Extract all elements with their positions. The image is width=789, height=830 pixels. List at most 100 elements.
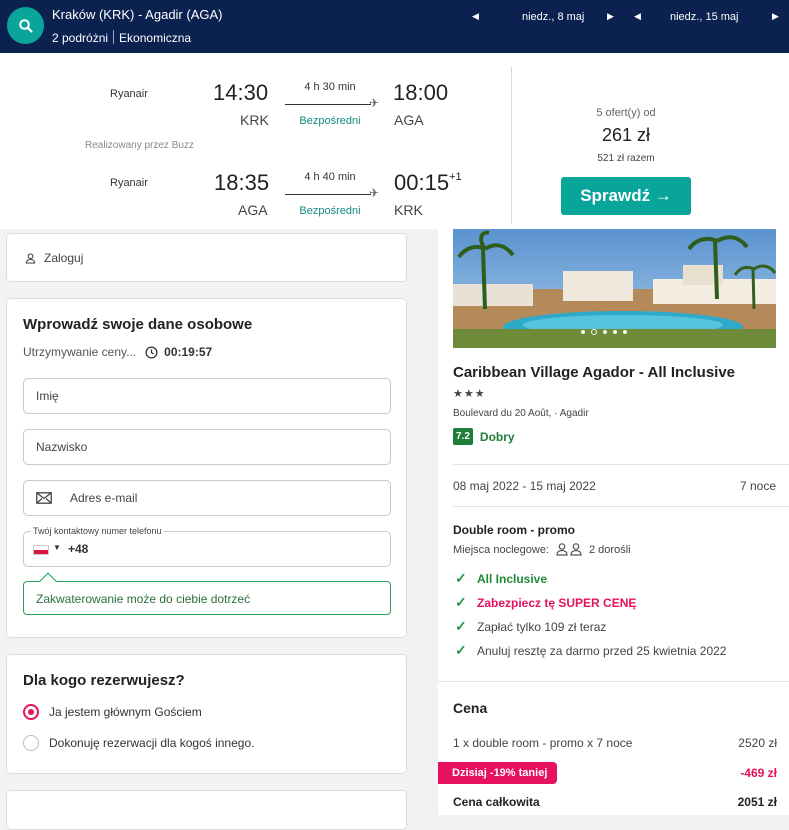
last-name-field[interactable]: Nazwisko — [23, 429, 391, 465]
check-icon: ✓ — [455, 618, 467, 634]
check-icon: ✓ — [455, 570, 467, 586]
outbound-arrival-time: 18:00 — [393, 80, 449, 105]
total-value: 2051 zł — [737, 795, 777, 809]
stay-nights: 7 noce — [739, 479, 776, 493]
check-button[interactable]: Sprawdź → — [561, 177, 691, 215]
check-icon: ✓ — [455, 594, 467, 610]
flight-price: 261 zł — [601, 125, 651, 145]
review-word: Dobry — [479, 429, 515, 444]
stay-dates: 08 maj 2022 - 15 maj 2022 — [453, 479, 596, 493]
beds-label: Miejsca noclegowe: — [453, 543, 549, 556]
hotel-name: Caribbean Village Agador - All Inclusive — [453, 364, 736, 381]
inbound-departure-time: 18:35 — [214, 170, 270, 195]
depart-date[interactable]: niedz., 8 maj — [522, 11, 584, 23]
inbound-arrival-time: 00:15+1 — [394, 170, 462, 196]
carousel-dot[interactable] — [603, 330, 607, 334]
carousel-dots[interactable] — [581, 329, 627, 335]
booking-for-card: Dla kogo rezerwujesz? Ja jestem głównym … — [6, 654, 407, 774]
review-score: 7.2 — [453, 428, 473, 445]
phone-field[interactable]: Twój kontaktowy numer telefonu ▼ +48 — [23, 526, 391, 567]
flight-total: 521 zł razem — [597, 153, 655, 164]
search-button[interactable] — [7, 7, 44, 44]
search-summary-bar: Kraków (KRK) - Agadir (AGA) 2 podróżni Ek… — [0, 0, 789, 53]
carousel-dot-active[interactable] — [591, 329, 597, 335]
feature-label: Zapłać tylko 109 zł teraz — [477, 619, 607, 634]
carousel-dot[interactable] — [613, 330, 617, 334]
first-name-placeholder: Imię — [36, 389, 59, 403]
outbound-departure-time: 14:30 — [213, 80, 269, 105]
radio-label: Ja jestem głównym Gościem — [49, 705, 202, 719]
feature-item: ✓ Anuluj resztę za darmo przed 25 kwietni… — [455, 642, 726, 659]
prev-depart-date-arrow-icon[interactable]: ◀ — [472, 11, 479, 22]
carousel-dot[interactable] — [623, 330, 627, 334]
hotel-address: Boulevard du 20 Août, · Agadir — [453, 408, 589, 419]
poland-flag-icon[interactable] — [33, 545, 49, 555]
total-label: Cena całkowita — [453, 795, 540, 809]
email-field[interactable]: Adres e-mail — [23, 480, 391, 516]
plane-icon: ✈ — [369, 96, 380, 110]
personal-details-card: Wprowadź swoje dane osobowe Utrzymywanie… — [6, 298, 407, 638]
phone-hint-text: Zakwaterowanie może do ciebie dotrzeć — [36, 592, 251, 606]
chevron-down-icon[interactable]: ▼ — [53, 543, 61, 552]
outbound-departure-code: KRK — [240, 112, 269, 128]
outbound-arrival-code: AGA — [394, 112, 424, 128]
login-link[interactable]: Zaloguj — [25, 251, 83, 265]
beds-info: Miejsca noclegowe: 2 dorośli — [453, 543, 631, 556]
email-placeholder: Adres e-mail — [70, 491, 138, 505]
route-title[interactable]: Kraków (KRK) - Agadir (AGA) — [52, 7, 223, 22]
last-name-placeholder: Nazwisko — [36, 440, 88, 454]
price-section-title: Cena — [453, 700, 488, 716]
price-hold-text: Utrzymywanie ceny... — [23, 345, 137, 359]
inbound-arrival-code: KRK — [394, 202, 423, 218]
inbound-departure-code: AGA — [238, 202, 268, 218]
phone-prefix: +48 — [68, 542, 89, 556]
review-rating: 7.2 Dobry — [453, 428, 515, 445]
radio-button[interactable] — [23, 735, 39, 751]
divider — [511, 67, 512, 224]
personal-details-title: Wprowadź swoje dane osobowe — [23, 316, 253, 333]
hotel-summary: Caribbean Village Agador - All Inclusive… — [438, 229, 789, 815]
inbound-route-line — [285, 194, 371, 195]
offers-count: 5 ofert(y) od — [596, 107, 656, 119]
hotel-photo[interactable] — [453, 229, 776, 348]
prev-return-date-arrow-icon[interactable]: ◀ — [634, 11, 641, 22]
flight-summary: Ryanair 14:30 KRK 4 h 30 min ✈ Bezpośred… — [0, 53, 789, 229]
divider — [453, 506, 789, 507]
star-rating: ★★★ — [453, 388, 486, 400]
discount-value: -469 zł — [740, 766, 777, 780]
outbound-duration: 4 h 30 min — [304, 81, 356, 93]
operated-by: Realizowany przez Buzz — [85, 140, 194, 151]
carousel-dot[interactable] — [581, 330, 585, 334]
return-date[interactable]: niedz., 15 maj — [670, 11, 738, 23]
first-name-field[interactable]: Imię — [23, 378, 391, 414]
phone-label: Twój kontaktowy numer telefonu — [31, 526, 164, 536]
login-card[interactable]: Zaloguj — [6, 233, 407, 282]
envelope-icon — [36, 492, 52, 504]
cabin-class: Ekonomiczna — [119, 31, 192, 45]
price-line-item: 1 x double room - promo x 7 noce — [453, 736, 633, 750]
radio-button-selected[interactable] — [23, 704, 39, 720]
check-icon: ✓ — [455, 642, 467, 658]
outbound-stops: Bezpośredni — [299, 115, 361, 127]
plane-icon: ✈ — [369, 186, 380, 200]
feature-item: ✓ All Inclusive — [455, 570, 547, 587]
feature-item: ✓ Zabezpiecz tę SUPER CENĘ — [455, 594, 636, 611]
next-card — [6, 790, 407, 830]
outbound-route-line — [285, 104, 371, 105]
radio-someone-else[interactable]: Dokonuję rezerwacji dla kogoś innego. — [23, 735, 254, 751]
booking-for-title: Dla kogo rezerwujesz? — [23, 672, 185, 689]
search-icon — [18, 18, 33, 33]
inbound-airline: Ryanair — [110, 177, 148, 189]
price-hold-timer: 00:19:57 — [164, 345, 213, 359]
beds-value: 2 dorośli — [589, 543, 631, 556]
discount-badge: Dzisiaj -19% taniej — [438, 762, 558, 784]
trip-details[interactable]: 2 podróżni Ekonomiczna — [52, 30, 191, 45]
next-return-date-arrow-icon[interactable]: ▶ — [772, 11, 779, 22]
outbound-airline: Ryanair — [110, 88, 148, 100]
radio-label: Dokonuję rezerwacji dla kogoś innego. — [49, 736, 255, 750]
radio-main-guest[interactable]: Ja jestem głównym Gościem — [23, 704, 202, 720]
inbound-stops: Bezpośredni — [299, 205, 361, 217]
feature-label: Anuluj resztę za darmo przed 25 kwietnia… — [477, 643, 727, 658]
next-depart-date-arrow-icon[interactable]: ▶ — [607, 11, 614, 22]
inbound-duration: 4 h 40 min — [304, 171, 356, 183]
